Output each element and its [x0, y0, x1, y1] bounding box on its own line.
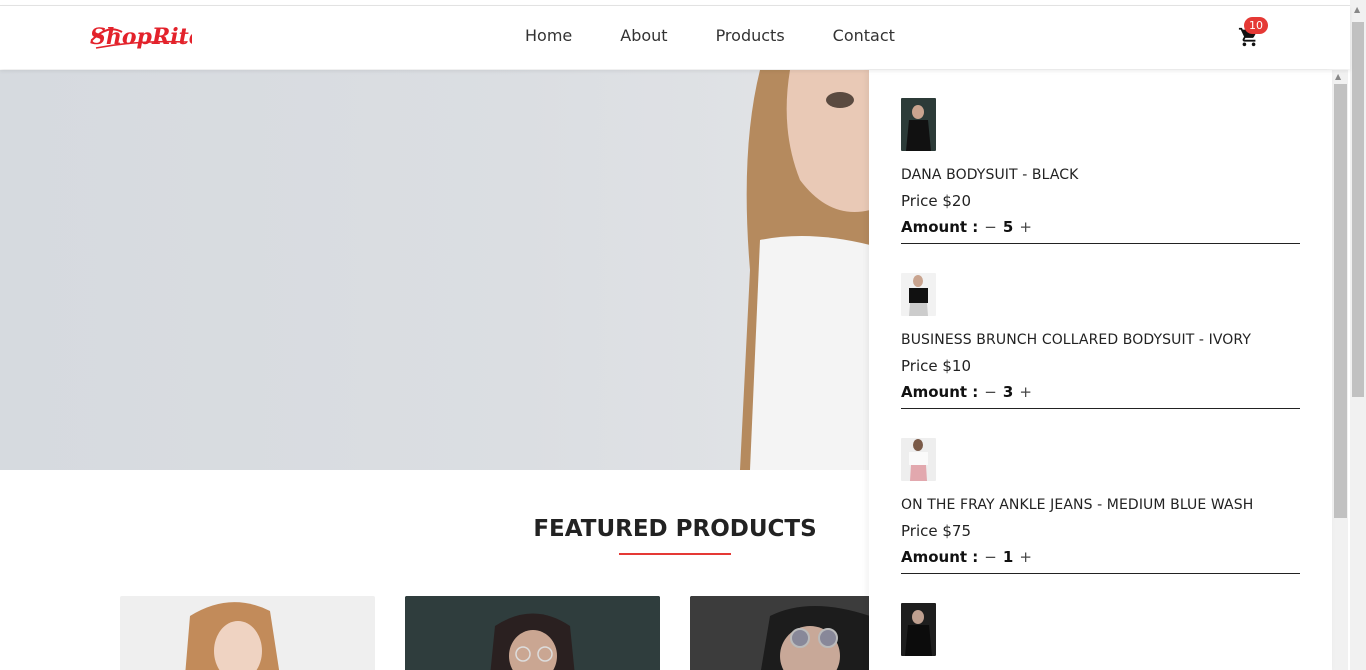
cart-item — [901, 603, 1300, 656]
cart-item-name: ON THE FRAY ANKLE JEANS - MEDIUM BLUE WA… — [901, 497, 1254, 513]
increment-button[interactable]: + — [1019, 218, 1032, 236]
cart-count-badge: 10 — [1244, 17, 1268, 34]
decrement-button[interactable]: − — [984, 218, 997, 236]
page-scrollbar-thumb[interactable] — [1352, 22, 1364, 397]
title-underline — [619, 553, 731, 555]
amount-label: Amount : — [901, 383, 979, 401]
cart-item-price: Price $75 — [901, 522, 971, 540]
decrement-button[interactable]: − — [984, 383, 997, 401]
amount-label: Amount : — [901, 218, 979, 236]
increment-button[interactable]: + — [1019, 383, 1032, 401]
nav-products[interactable]: Products — [716, 26, 785, 45]
divider — [901, 243, 1300, 244]
product-image — [405, 596, 660, 670]
navbar: ShopRite Home About Products Contact — [0, 6, 1350, 69]
product-card[interactable] — [120, 596, 375, 670]
amount-label: Amount : — [901, 548, 979, 566]
quantity-value: 5 — [1002, 218, 1014, 236]
cart-item-amount: Amount : − 1 + — [901, 548, 1300, 566]
divider — [901, 408, 1300, 409]
cart-item-thumbnail — [901, 273, 936, 316]
cart-item-name: DANA BODYSUIT - BLACK — [901, 167, 1079, 183]
product-card[interactable] — [690, 596, 870, 670]
product-card[interactable] — [405, 596, 660, 670]
cart-item-amount: Amount : − 5 + — [901, 218, 1300, 236]
nav-home[interactable]: Home — [525, 26, 572, 45]
cart-sidebar: DANA BODYSUIT - BLACK Price $20 Amount :… — [869, 70, 1332, 670]
product-image — [690, 596, 870, 670]
decrement-button[interactable]: − — [984, 548, 997, 566]
increment-button[interactable]: + — [1019, 548, 1032, 566]
cart-item: ON THE FRAY ANKLE JEANS - MEDIUM BLUE WA… — [901, 438, 1300, 574]
product-image — [185, 602, 280, 670]
page-scroll-up-icon[interactable]: ▲ — [1354, 5, 1360, 14]
cart-item: BUSINESS BRUNCH COLLARED BODYSUIT - IVOR… — [901, 273, 1300, 409]
nav-about[interactable]: About — [620, 26, 667, 45]
cart-scrollbar-thumb[interactable] — [1334, 84, 1347, 518]
divider — [901, 573, 1300, 574]
cart-scroll-up-icon[interactable]: ▲ — [1335, 72, 1341, 81]
cart-item-price: Price $20 — [901, 192, 971, 210]
quantity-value: 3 — [1002, 383, 1014, 401]
shoprite-logo[interactable]: ShopRite — [88, 18, 203, 54]
hero-model-image — [740, 70, 870, 470]
nav-contact[interactable]: Contact — [833, 26, 895, 45]
cart-item-thumbnail — [901, 98, 936, 151]
main-nav: Home About Products Contact — [525, 26, 943, 45]
cart-item-name: BUSINESS BRUNCH COLLARED BODYSUIT - IVOR… — [901, 332, 1251, 348]
shoprite-logo-graphic: ShopRite — [90, 24, 203, 50]
cart-item-thumbnail — [901, 438, 936, 481]
quantity-value: 1 — [1002, 548, 1014, 566]
cart-item-price: Price $10 — [901, 357, 971, 375]
hero-banner — [0, 70, 870, 470]
cart-item-amount: Amount : − 3 + — [901, 383, 1300, 401]
cart-item-thumbnail — [901, 603, 936, 656]
cart-item: DANA BODYSUIT - BLACK Price $20 Amount :… — [901, 98, 1300, 244]
